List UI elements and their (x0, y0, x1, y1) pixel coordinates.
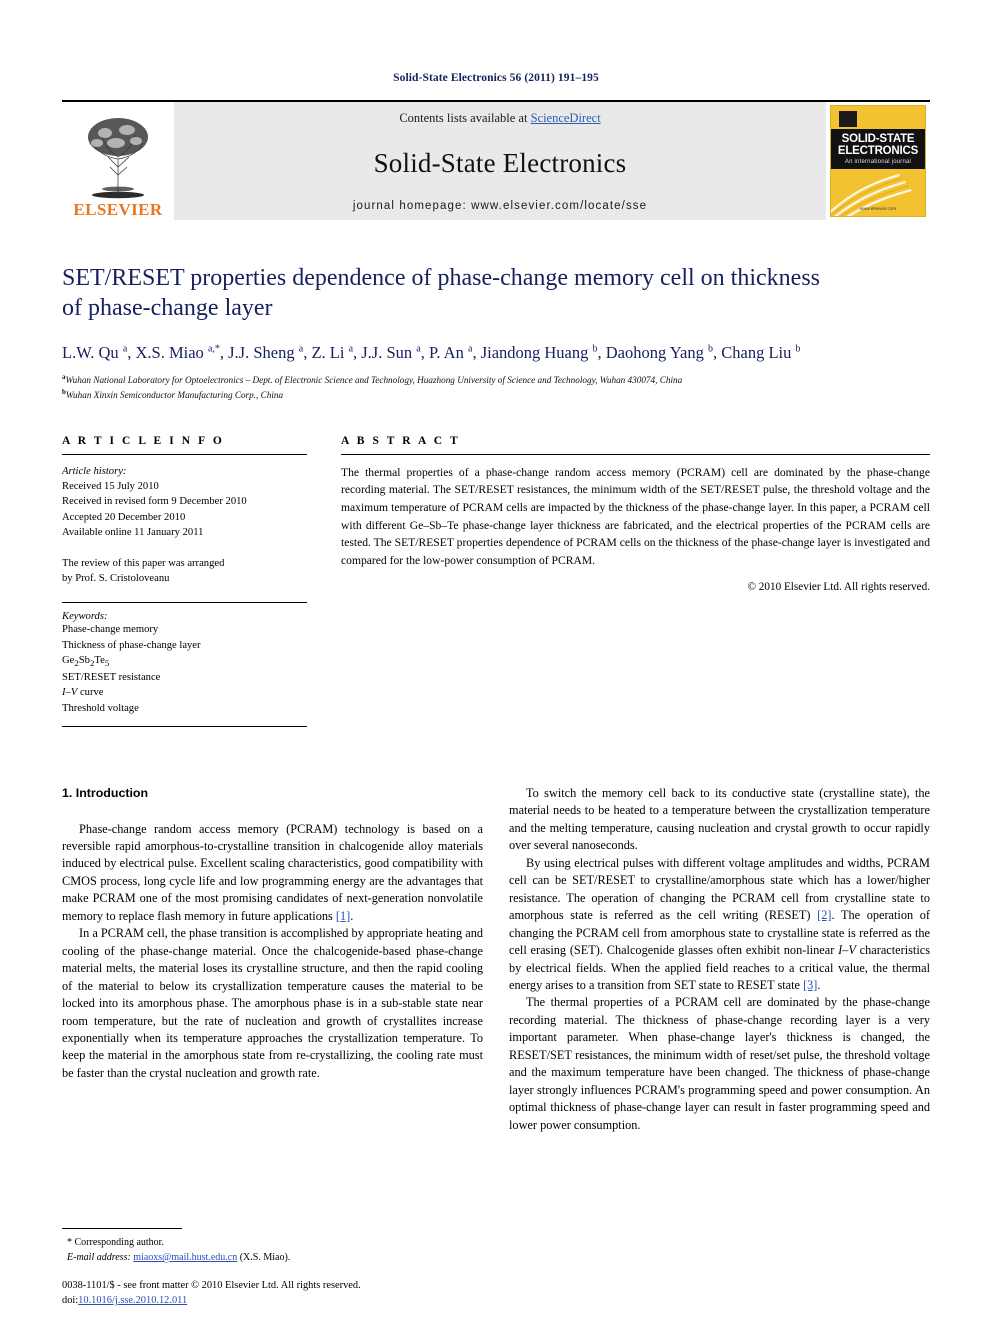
journal-cover-thumbnail[interactable]: SOLID-STATE ELECTRONICS An international… (826, 102, 930, 220)
cover-publisher-mark (839, 111, 857, 127)
sciencedirect-link[interactable]: ScienceDirect (531, 111, 601, 125)
paper-page: Solid-State Electronics 56 (2011) 191–19… (0, 0, 992, 1323)
review-note: The review of this paper was arranged by… (62, 556, 307, 587)
section-heading-introduction: 1. Introduction (62, 785, 149, 800)
abstract-text: The thermal properties of a phase-change… (341, 465, 930, 567)
received-date: Received 15 July 2010 (62, 481, 159, 493)
keyword-item: SET/RESET resistance (62, 671, 161, 683)
paper-title-line1: SET/RESET properties dependence of phase… (62, 265, 820, 291)
article-info-column: A R T I C L E I N F O Article history: R… (62, 435, 307, 727)
article-info-heading: A R T I C L E I N F O (62, 434, 225, 447)
body-column-left: 1. Introduction Phase-change random acce… (62, 785, 483, 1215)
abstract-column: A B S T R A C T The thermal properties o… (341, 435, 930, 727)
keyword-item: Phase-change memory (62, 624, 159, 636)
cover-title-line2: ELECTRONICS (837, 145, 919, 157)
cover-title-line1: SOLID-STATE (841, 132, 915, 145)
article-history-label: Article history: (62, 465, 127, 477)
review-note-line2: by Prof. S. Cristoloveanu (62, 572, 170, 584)
cover-title-band: SOLID-STATE ELECTRONICS An international… (831, 129, 925, 169)
affiliation-b: bWuhan Xinxin Semiconductor Manufacturin… (62, 388, 284, 401)
paragraph: To switch the memory cell back to its co… (509, 785, 930, 853)
available-online-date: Available online 11 January 2011 (62, 527, 204, 539)
iv-italic: I–V (838, 943, 856, 958)
cover-image: SOLID-STATE ELECTRONICS An international… (830, 105, 926, 217)
contents-available-line: Contents lists available at ScienceDirec… (399, 111, 600, 126)
email-note: E-mail address: miaoxs@mail.hust.edu.cn … (62, 1250, 477, 1265)
paragraph: The thermal properties of a PCRAM cell a… (509, 995, 930, 1132)
paragraph-text-tail: . (817, 977, 821, 992)
affiliation-a-text: Wuhan National Laboratory for Optoelectr… (65, 375, 683, 385)
citation-link-1[interactable]: [1] (336, 909, 350, 923)
running-head: Solid-State Electronics 56 (2011) 191–19… (393, 72, 599, 84)
author-list: L.W. Qu a, X.S. Miao a,*, J.J. Sheng a, … (62, 342, 801, 362)
paper-title-line2: of phase-change layer (62, 294, 273, 321)
cover-footer-text: www.elsevier.com (859, 206, 897, 212)
review-note-line1: The review of this paper was arranged (62, 557, 225, 569)
accepted-date: Accepted 20 December 2010 (62, 511, 186, 523)
email-suffix: (X.S. Miao). (237, 1252, 291, 1263)
info-abstract-row: A R T I C L E I N F O Article history: R… (62, 435, 930, 727)
corresponding-author-note: * Corresponding author. (67, 1237, 164, 1248)
body-column-right: To switch the memory cell back to its co… (509, 785, 930, 1215)
cover-subtitle: An international journal (844, 159, 912, 166)
abstract-rule (341, 453, 930, 455)
paragraph: Phase-change random access memory (PCRAM… (62, 821, 483, 926)
paragraph-text: Phase-change random access memory (PCRAM… (62, 821, 483, 923)
body-columns: 1. Introduction Phase-change random acce… (62, 785, 930, 1215)
journal-homepage-link[interactable]: journal homepage: www.elsevier.com/locat… (353, 200, 647, 212)
elsevier-wordmark: ELSEVIER (73, 200, 163, 219)
copyright-line: © 2010 Elsevier Ltd. All rights reserved… (747, 581, 931, 594)
citation-link-2[interactable]: [2] (817, 908, 831, 922)
paragraph-text-tail: . (350, 908, 354, 923)
page-title: SET/RESET properties dependence of phase… (62, 264, 930, 324)
contents-prefix: Contents lists available at (399, 111, 531, 125)
masthead-center: Contents lists available at ScienceDirec… (174, 102, 826, 220)
affiliation-b-text: Wuhan Xinxin Semiconductor Manufacturing… (65, 390, 284, 401)
journal-masthead: ELSEVIER Contents lists available at Sci… (62, 100, 930, 220)
article-info-rule (62, 453, 307, 455)
keyword-item: Threshold voltage (62, 702, 139, 714)
citation-link-3[interactable]: [3] (803, 978, 817, 992)
article-history: Article history: Received 15 July 2010 R… (62, 464, 307, 541)
paragraph: By using electrical pulses with differen… (509, 855, 930, 995)
keyword-item: I–V curve (62, 687, 104, 699)
affiliation-list: aWuhan National Laboratory for Optoelect… (62, 372, 930, 403)
doi-link[interactable]: 10.1016/j.sse.2010.12.011 (78, 1295, 187, 1306)
footnote-block: * Corresponding author. E-mail address: … (62, 1228, 477, 1265)
email-link[interactable]: miaoxs@mail.hust.edu.cn (133, 1252, 237, 1263)
keywords-label: Keywords: (62, 611, 108, 623)
footnote-rule (62, 1228, 182, 1229)
email-label: E-mail address: (67, 1252, 131, 1263)
keywords-rule (62, 602, 307, 604)
doi-line: doi:10.1016/j.sse.2010.12.011 (62, 1293, 361, 1309)
affiliation-a: aWuhan National Laboratory for Optoelect… (62, 372, 683, 385)
keyword-item: Thickness of phase-change layer (62, 639, 201, 651)
revised-date: Received in revised form 9 December 2010 (62, 496, 247, 508)
abstract-heading: A B S T R A C T (341, 434, 461, 447)
issn-doi-block: 0038-1101/$ - see front matter © 2010 El… (62, 1278, 361, 1309)
keyword-item: Ge2Sb2Te5 (62, 654, 110, 669)
issn-line: 0038-1101/$ - see front matter © 2010 El… (62, 1279, 361, 1291)
elsevier-logo: ELSEVIER (62, 102, 174, 220)
doi-label: doi: (62, 1295, 79, 1307)
journal-title: Solid-State Electronics (373, 147, 627, 178)
title-block: SET/RESET properties dependence of phase… (62, 264, 930, 403)
elsevier-tree-icon (88, 118, 148, 199)
keywords-bottom-rule (62, 725, 307, 727)
paragraph: In a PCRAM cell, the phase transition is… (62, 926, 483, 1080)
